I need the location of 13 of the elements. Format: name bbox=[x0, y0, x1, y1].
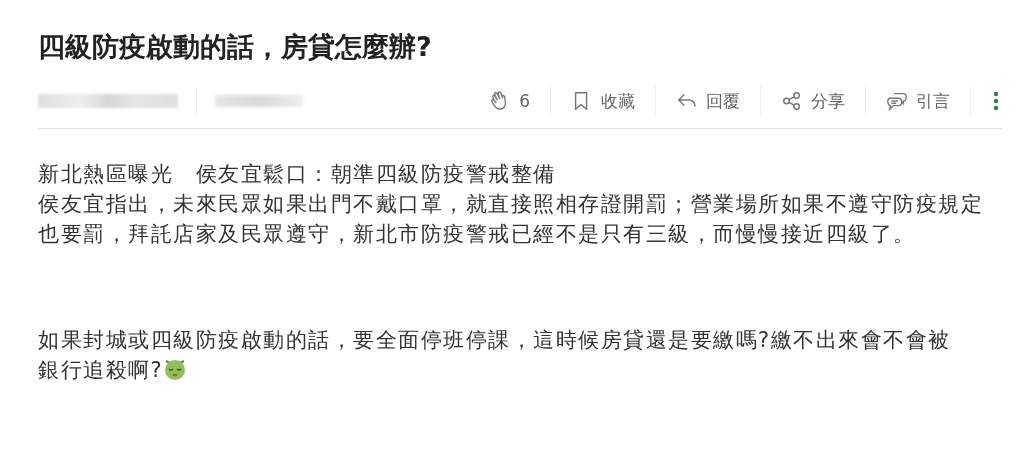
speech-bubbles-icon bbox=[886, 90, 908, 112]
quote-button[interactable]: 引言 bbox=[866, 86, 971, 116]
post-title: 四級防疫啟動的話，房貸怎麼辦? bbox=[38, 30, 433, 64]
post-text-line: 如果封城或四級防疫啟動的話，要全面停班停課，這時候房貸還是要繳嗎?繳不出來會不會被 bbox=[38, 327, 951, 354]
post-paragraph: 侯友宜指出，未來民眾如果出門不戴口罩，就直接照相存證開罰；營業場所如果不遵守防疫規定也要罰，拜託店家及民眾遵守，新北市防疫警戒已經不是只有三級，而慢慢接近四級了。 bbox=[38, 191, 984, 248]
clap-button[interactable]: 6 bbox=[469, 86, 551, 116]
share-icon bbox=[781, 90, 803, 112]
sick-face-emoji-icon bbox=[163, 357, 188, 381]
post-text-line: 銀行追殺啊? bbox=[38, 358, 164, 382]
post-paragraph: 新北熱區曝光 侯友宜鬆口：朝準四級防疫警戒整備 bbox=[38, 161, 557, 188]
share-button[interactable]: 分享 bbox=[761, 86, 866, 116]
bookmark-button[interactable]: 收藏 bbox=[551, 86, 656, 116]
reply-button[interactable]: 回覆 bbox=[656, 86, 761, 116]
